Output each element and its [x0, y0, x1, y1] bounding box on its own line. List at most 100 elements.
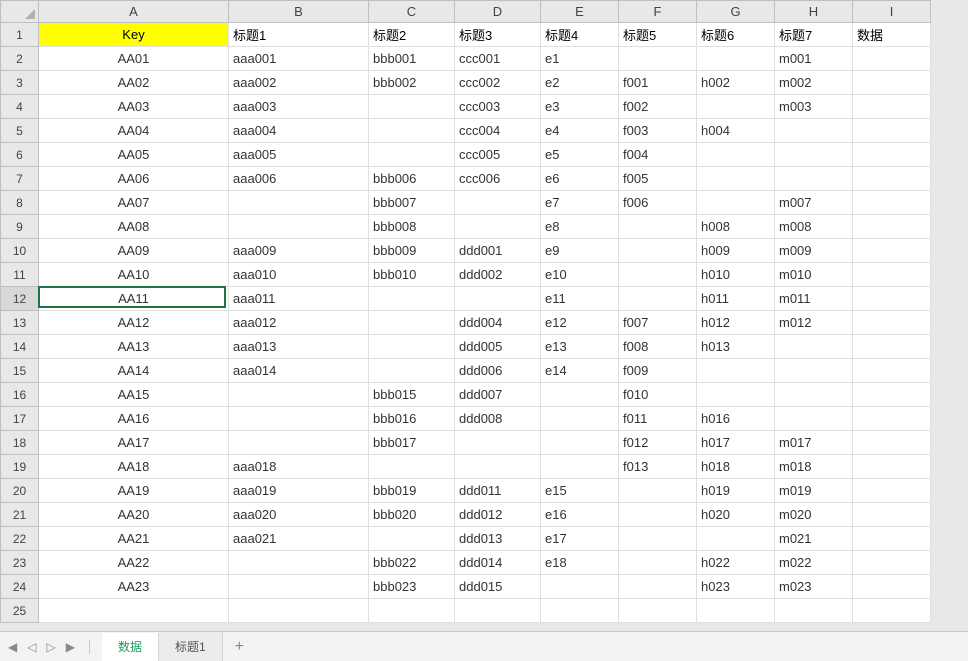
cell[interactable] — [229, 383, 369, 407]
cell[interactable] — [369, 599, 455, 623]
cell[interactable]: f009 — [619, 359, 697, 383]
cell[interactable] — [775, 167, 853, 191]
cell[interactable]: 标题2 — [369, 23, 455, 47]
cell[interactable]: aaa003 — [229, 95, 369, 119]
cell[interactable]: bbb017 — [369, 431, 455, 455]
cell[interactable]: AA14 — [39, 359, 229, 383]
cell[interactable]: e17 — [541, 527, 619, 551]
cell[interactable]: h004 — [697, 119, 775, 143]
cell[interactable]: h019 — [697, 479, 775, 503]
cell[interactable] — [853, 503, 931, 527]
cell[interactable] — [229, 215, 369, 239]
cell[interactable] — [853, 575, 931, 599]
cell[interactable]: m010 — [775, 263, 853, 287]
cell[interactable] — [229, 431, 369, 455]
cell[interactable]: aaa019 — [229, 479, 369, 503]
cell[interactable]: 标题4 — [541, 23, 619, 47]
cell[interactable]: bbb007 — [369, 191, 455, 215]
cell[interactable] — [853, 407, 931, 431]
select-all-corner[interactable] — [1, 1, 39, 23]
cell[interactable]: ddd004 — [455, 311, 541, 335]
cell[interactable]: aaa020 — [229, 503, 369, 527]
cell[interactable]: e3 — [541, 95, 619, 119]
column-header-I[interactable]: I — [853, 1, 931, 23]
cell[interactable]: m011 — [775, 287, 853, 311]
cell[interactable]: m007 — [775, 191, 853, 215]
cell[interactable] — [369, 359, 455, 383]
cell[interactable] — [853, 95, 931, 119]
cell[interactable]: AA01 — [39, 47, 229, 71]
cell[interactable]: f011 — [619, 407, 697, 431]
cell[interactable] — [775, 383, 853, 407]
cell[interactable]: AA17 — [39, 431, 229, 455]
cell[interactable]: bbb006 — [369, 167, 455, 191]
cell[interactable]: m023 — [775, 575, 853, 599]
cell[interactable]: AA13 — [39, 335, 229, 359]
spreadsheet-grid[interactable]: ABCDEFGHI1Key标题1标题2标题3标题4标题5标题6标题7数据2AA0… — [0, 0, 931, 623]
cell[interactable] — [853, 71, 931, 95]
cell[interactable]: AA18 — [39, 455, 229, 479]
cell[interactable]: AA06 — [39, 167, 229, 191]
cell[interactable]: aaa005 — [229, 143, 369, 167]
cell[interactable] — [369, 455, 455, 479]
cell[interactable]: e15 — [541, 479, 619, 503]
cell[interactable] — [455, 431, 541, 455]
cell[interactable]: AA11 — [39, 287, 229, 311]
cell[interactable]: e18 — [541, 551, 619, 575]
cell[interactable] — [369, 143, 455, 167]
cell[interactable]: bbb009 — [369, 239, 455, 263]
cell[interactable]: ddd011 — [455, 479, 541, 503]
cell[interactable] — [619, 503, 697, 527]
cell[interactable]: h017 — [697, 431, 775, 455]
cell[interactable]: ddd005 — [455, 335, 541, 359]
grid-area[interactable]: ABCDEFGHI1Key标题1标题2标题3标题4标题5标题6标题7数据2AA0… — [0, 0, 968, 631]
cell[interactable] — [229, 599, 369, 623]
cell[interactable]: AA22 — [39, 551, 229, 575]
cell[interactable]: ddd013 — [455, 527, 541, 551]
nav-last-icon[interactable]: ▶ — [66, 640, 75, 654]
cell[interactable] — [853, 479, 931, 503]
cell[interactable]: e1 — [541, 47, 619, 71]
cell[interactable] — [369, 119, 455, 143]
nav-next-icon[interactable]: ▷ — [46, 640, 55, 654]
cell[interactable] — [697, 599, 775, 623]
cell[interactable]: bbb016 — [369, 407, 455, 431]
cell[interactable]: f003 — [619, 119, 697, 143]
cell[interactable]: m008 — [775, 215, 853, 239]
cell[interactable]: f001 — [619, 71, 697, 95]
cell[interactable]: f002 — [619, 95, 697, 119]
cell[interactable] — [853, 599, 931, 623]
cell[interactable] — [853, 431, 931, 455]
cell[interactable] — [369, 95, 455, 119]
cell[interactable]: ddd014 — [455, 551, 541, 575]
cell[interactable] — [853, 455, 931, 479]
cell[interactable]: m022 — [775, 551, 853, 575]
cell[interactable]: f012 — [619, 431, 697, 455]
cell[interactable]: m003 — [775, 95, 853, 119]
cell[interactable]: AA20 — [39, 503, 229, 527]
cell[interactable]: e11 — [541, 287, 619, 311]
cell[interactable]: ddd007 — [455, 383, 541, 407]
cell[interactable]: m002 — [775, 71, 853, 95]
cell[interactable]: e2 — [541, 71, 619, 95]
cell[interactable]: e12 — [541, 311, 619, 335]
cell[interactable] — [369, 311, 455, 335]
cell[interactable] — [229, 407, 369, 431]
row-header[interactable]: 13 — [1, 311, 39, 335]
cell[interactable]: 标题5 — [619, 23, 697, 47]
cell[interactable]: e4 — [541, 119, 619, 143]
row-header[interactable]: 1 — [1, 23, 39, 47]
row-header[interactable]: 7 — [1, 167, 39, 191]
cell[interactable] — [541, 407, 619, 431]
cell[interactable]: bbb010 — [369, 263, 455, 287]
cell[interactable] — [697, 143, 775, 167]
cell[interactable] — [853, 551, 931, 575]
cell[interactable] — [775, 143, 853, 167]
cell[interactable] — [619, 575, 697, 599]
cell[interactable] — [455, 191, 541, 215]
row-header[interactable]: 3 — [1, 71, 39, 95]
cell[interactable] — [619, 551, 697, 575]
cell[interactable] — [697, 95, 775, 119]
cell[interactable] — [455, 215, 541, 239]
cell[interactable] — [853, 311, 931, 335]
